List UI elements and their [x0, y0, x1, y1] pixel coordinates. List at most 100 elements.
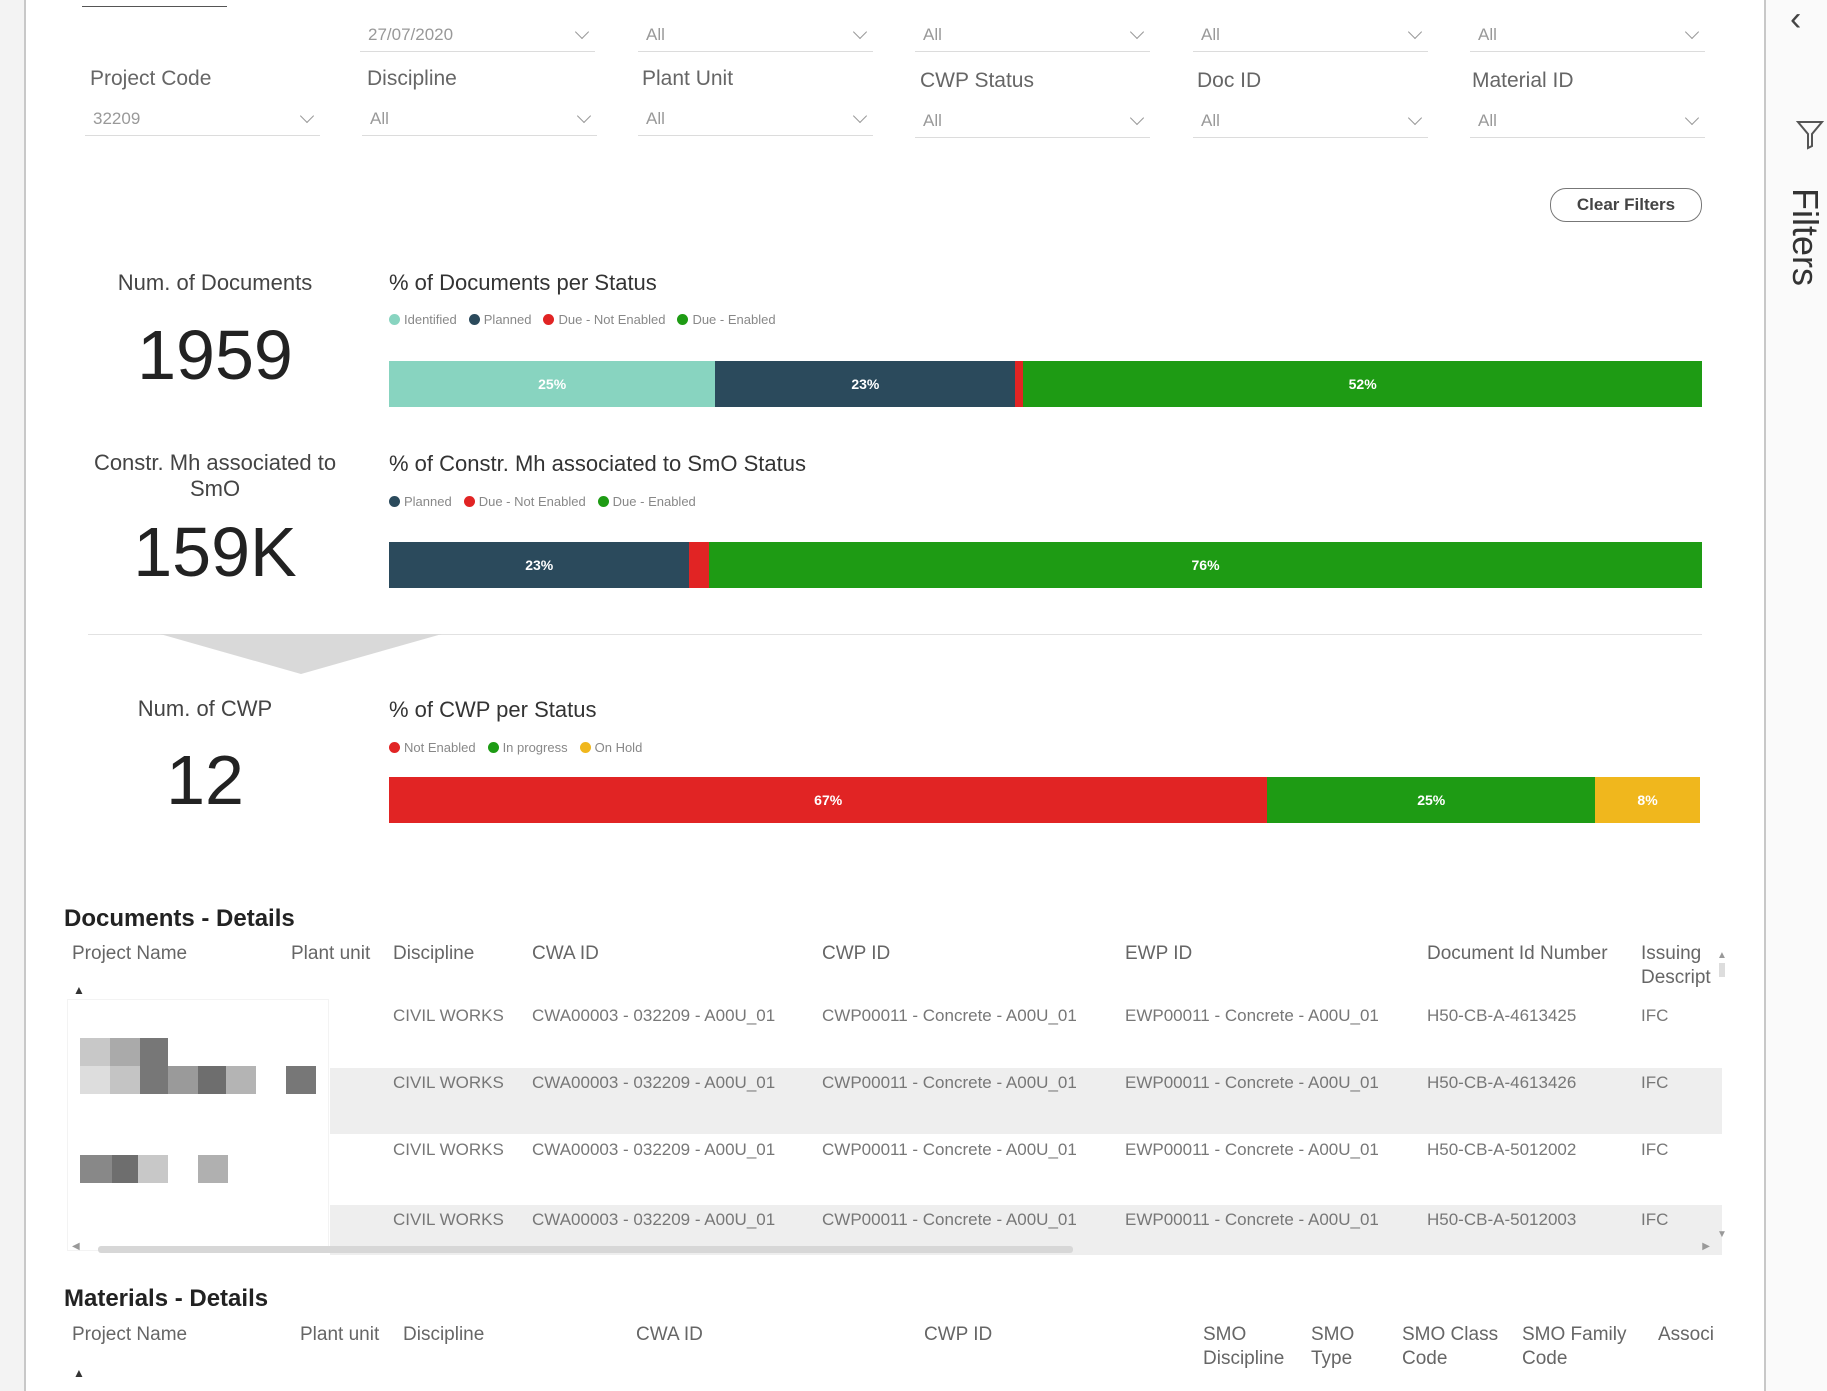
legend-dot-icon: [487, 742, 499, 753]
cell-issuing: IFC: [1641, 1140, 1669, 1159]
horizontal-scrollbar[interactable]: ◀ ▶: [72, 1241, 1710, 1255]
documents-details-title: Documents - Details: [64, 905, 295, 932]
documents-kpi-label: Num. of Documents: [117, 270, 313, 295]
legend-label: Due - Enabled: [692, 312, 776, 327]
cwp-status-label: CWP Status: [920, 69, 1034, 92]
legend-dot-icon: [579, 742, 591, 753]
col-cwp-id[interactable]: CWP ID: [924, 1323, 992, 1347]
cell-issuing: IFC: [1641, 1006, 1669, 1025]
col-plant-unit[interactable]: Plant unit: [291, 942, 370, 966]
project-code-slicer[interactable]: 32209: [85, 102, 320, 136]
legend-dot-icon: [463, 496, 475, 507]
ewp-id-slicer[interactable]: All: [1193, 18, 1428, 52]
bar-segment-due-not-enabled[interactable]: [689, 542, 710, 588]
col-plant-unit[interactable]: Plant unit: [300, 1323, 379, 1347]
data-label: 8%: [1637, 792, 1658, 808]
col-smo-family-code[interactable]: SMO Family Code: [1522, 1323, 1640, 1371]
col-smo-discipline[interactable]: SMO Discipline: [1203, 1323, 1298, 1371]
cwa-id-slicer[interactable]: All: [638, 18, 873, 52]
col-discipline[interactable]: Discipline: [393, 942, 474, 966]
bar-segment-planned[interactable]: 23%: [715, 361, 1016, 407]
clear-filters-button[interactable]: Clear Filters: [1550, 188, 1702, 222]
legend-item-due-enabled[interactable]: Due - Enabled: [677, 312, 776, 327]
cell-document-id: H50-CB-A-5012003: [1427, 1210, 1577, 1229]
scrollbar-thumb[interactable]: [1719, 963, 1725, 977]
col-cwp-id[interactable]: CWP ID: [822, 942, 890, 966]
bar-segment-due-enabled[interactable]: 52%: [1023, 361, 1702, 407]
legend-item-identified[interactable]: Identified: [389, 312, 457, 327]
vertical-scrollbar[interactable]: ▲ ▼: [1717, 950, 1727, 1240]
legend-item-planned[interactable]: Planned: [468, 312, 531, 327]
col-issuing-description[interactable]: Issuing Descript: [1641, 942, 1716, 990]
cwp-status-bar[interactable]: 67% 25% 8%: [389, 777, 1700, 823]
col-ewp-id[interactable]: EWP ID: [1125, 942, 1192, 966]
discipline-slicer[interactable]: All: [362, 102, 597, 136]
legend-dot-icon: [597, 496, 609, 507]
plant-unit-label: Plant Unit: [642, 67, 734, 90]
filters-pane-label[interactable]: Filters: [1784, 188, 1826, 286]
legend-dot-icon: [543, 314, 555, 325]
col-document-id-number[interactable]: Document Id Number: [1427, 942, 1608, 966]
sort-ascending-icon[interactable]: ▲: [73, 1366, 85, 1380]
chevron-down-icon: [574, 24, 590, 39]
col-smo-type[interactable]: SMO Type: [1311, 1323, 1371, 1371]
cell-document-id: H50-CB-A-4613426: [1427, 1073, 1577, 1092]
chevron-down-icon: [576, 108, 592, 123]
legend-label: Due - Not Enabled: [558, 312, 666, 327]
scroll-down-icon[interactable]: ▼: [1717, 1229, 1727, 1240]
cell-ewp-id: EWP00011 - Concrete - A00U_01: [1125, 1006, 1379, 1025]
constr-mh-status-legend: Planned Due - Not Enabled Due - Enabled: [389, 494, 696, 509]
sort-ascending-icon[interactable]: ▲: [73, 983, 85, 997]
material-id-slicer[interactable]: All: [1470, 104, 1705, 138]
col-cwa-id[interactable]: CWA ID: [532, 942, 599, 966]
legend-item-not-enabled[interactable]: Not Enabled: [389, 740, 476, 755]
bar-segment-planned[interactable]: 23%: [389, 542, 690, 588]
chevron-down-icon: [1129, 24, 1145, 39]
legend-item-due-enabled[interactable]: Due - Enabled: [597, 494, 696, 509]
col-smo-class-code[interactable]: SMO Class Code: [1402, 1323, 1512, 1371]
documents-status-bar[interactable]: 25% 23% 52%: [389, 361, 1702, 407]
cwp-id-slicer[interactable]: All: [915, 18, 1150, 52]
col-associated[interactable]: Associ: [1658, 1323, 1718, 1347]
legend-item-on-hold[interactable]: On Hold: [579, 740, 643, 755]
col-project-name[interactable]: Project Name: [72, 942, 187, 966]
bar-segment-identified[interactable]: 25%: [389, 361, 716, 407]
cwp-status-legend: Not Enabled In progress On Hold: [389, 740, 642, 755]
bar-segment-due-enabled[interactable]: 76%: [709, 542, 1702, 588]
legend-item-due-not-enabled[interactable]: Due - Not Enabled: [463, 494, 586, 509]
material-id-label: Material ID: [1472, 69, 1574, 92]
legend-item-planned[interactable]: Planned: [389, 494, 452, 509]
funnel-icon[interactable]: [1795, 118, 1825, 157]
col-discipline[interactable]: Discipline: [403, 1323, 484, 1347]
col-project-name[interactable]: Project Name: [72, 1323, 187, 1347]
chevron-down-icon: [1684, 110, 1700, 125]
bar-segment-in-progress[interactable]: 25%: [1267, 777, 1596, 823]
date-slicer[interactable]: 27/07/2020: [360, 18, 595, 52]
chevron-down-icon: [1684, 24, 1700, 39]
cwp-status-slicer[interactable]: All: [915, 104, 1150, 138]
cell-document-id: H50-CB-A-4613425: [1427, 1006, 1577, 1025]
cell-cwa-id: CWA00003 - 032209 - A00U_01: [532, 1073, 776, 1092]
scroll-up-icon[interactable]: ▲: [1717, 950, 1727, 961]
legend-label: On Hold: [594, 740, 643, 755]
legend-dot-icon: [677, 314, 689, 325]
data-label: 25%: [1417, 792, 1446, 808]
constr-mh-status-bar[interactable]: 23% 76%: [389, 542, 1702, 588]
legend-item-in-progress[interactable]: In progress: [487, 740, 568, 755]
smo-slicer[interactable]: All: [1470, 18, 1705, 52]
scrollbar-thumb[interactable]: [98, 1246, 1073, 1253]
cell-cwa-id: CWA00003 - 032209 - A00U_01: [532, 1140, 776, 1159]
legend-item-due-not-enabled[interactable]: Due - Not Enabled: [543, 312, 665, 327]
project-code-label: Project Code: [90, 67, 212, 90]
documents-kpi-value: 1959: [137, 316, 293, 394]
col-cwa-id[interactable]: CWA ID: [636, 1323, 703, 1347]
scroll-left-icon[interactable]: ◀: [72, 1241, 80, 1252]
plant-unit-slicer[interactable]: All: [638, 102, 873, 136]
bar-segment-on-hold[interactable]: 8%: [1595, 777, 1700, 823]
collapse-chevron-icon[interactable]: ‹: [1790, 0, 1801, 39]
bar-segment-not-enabled[interactable]: 67%: [389, 777, 1268, 823]
doc-id-slicer[interactable]: All: [1193, 104, 1428, 138]
funnel-arrow-shape: [160, 634, 442, 681]
scroll-right-icon[interactable]: ▶: [1702, 1241, 1710, 1252]
bar-segment-due-not-enabled[interactable]: [1015, 361, 1024, 407]
